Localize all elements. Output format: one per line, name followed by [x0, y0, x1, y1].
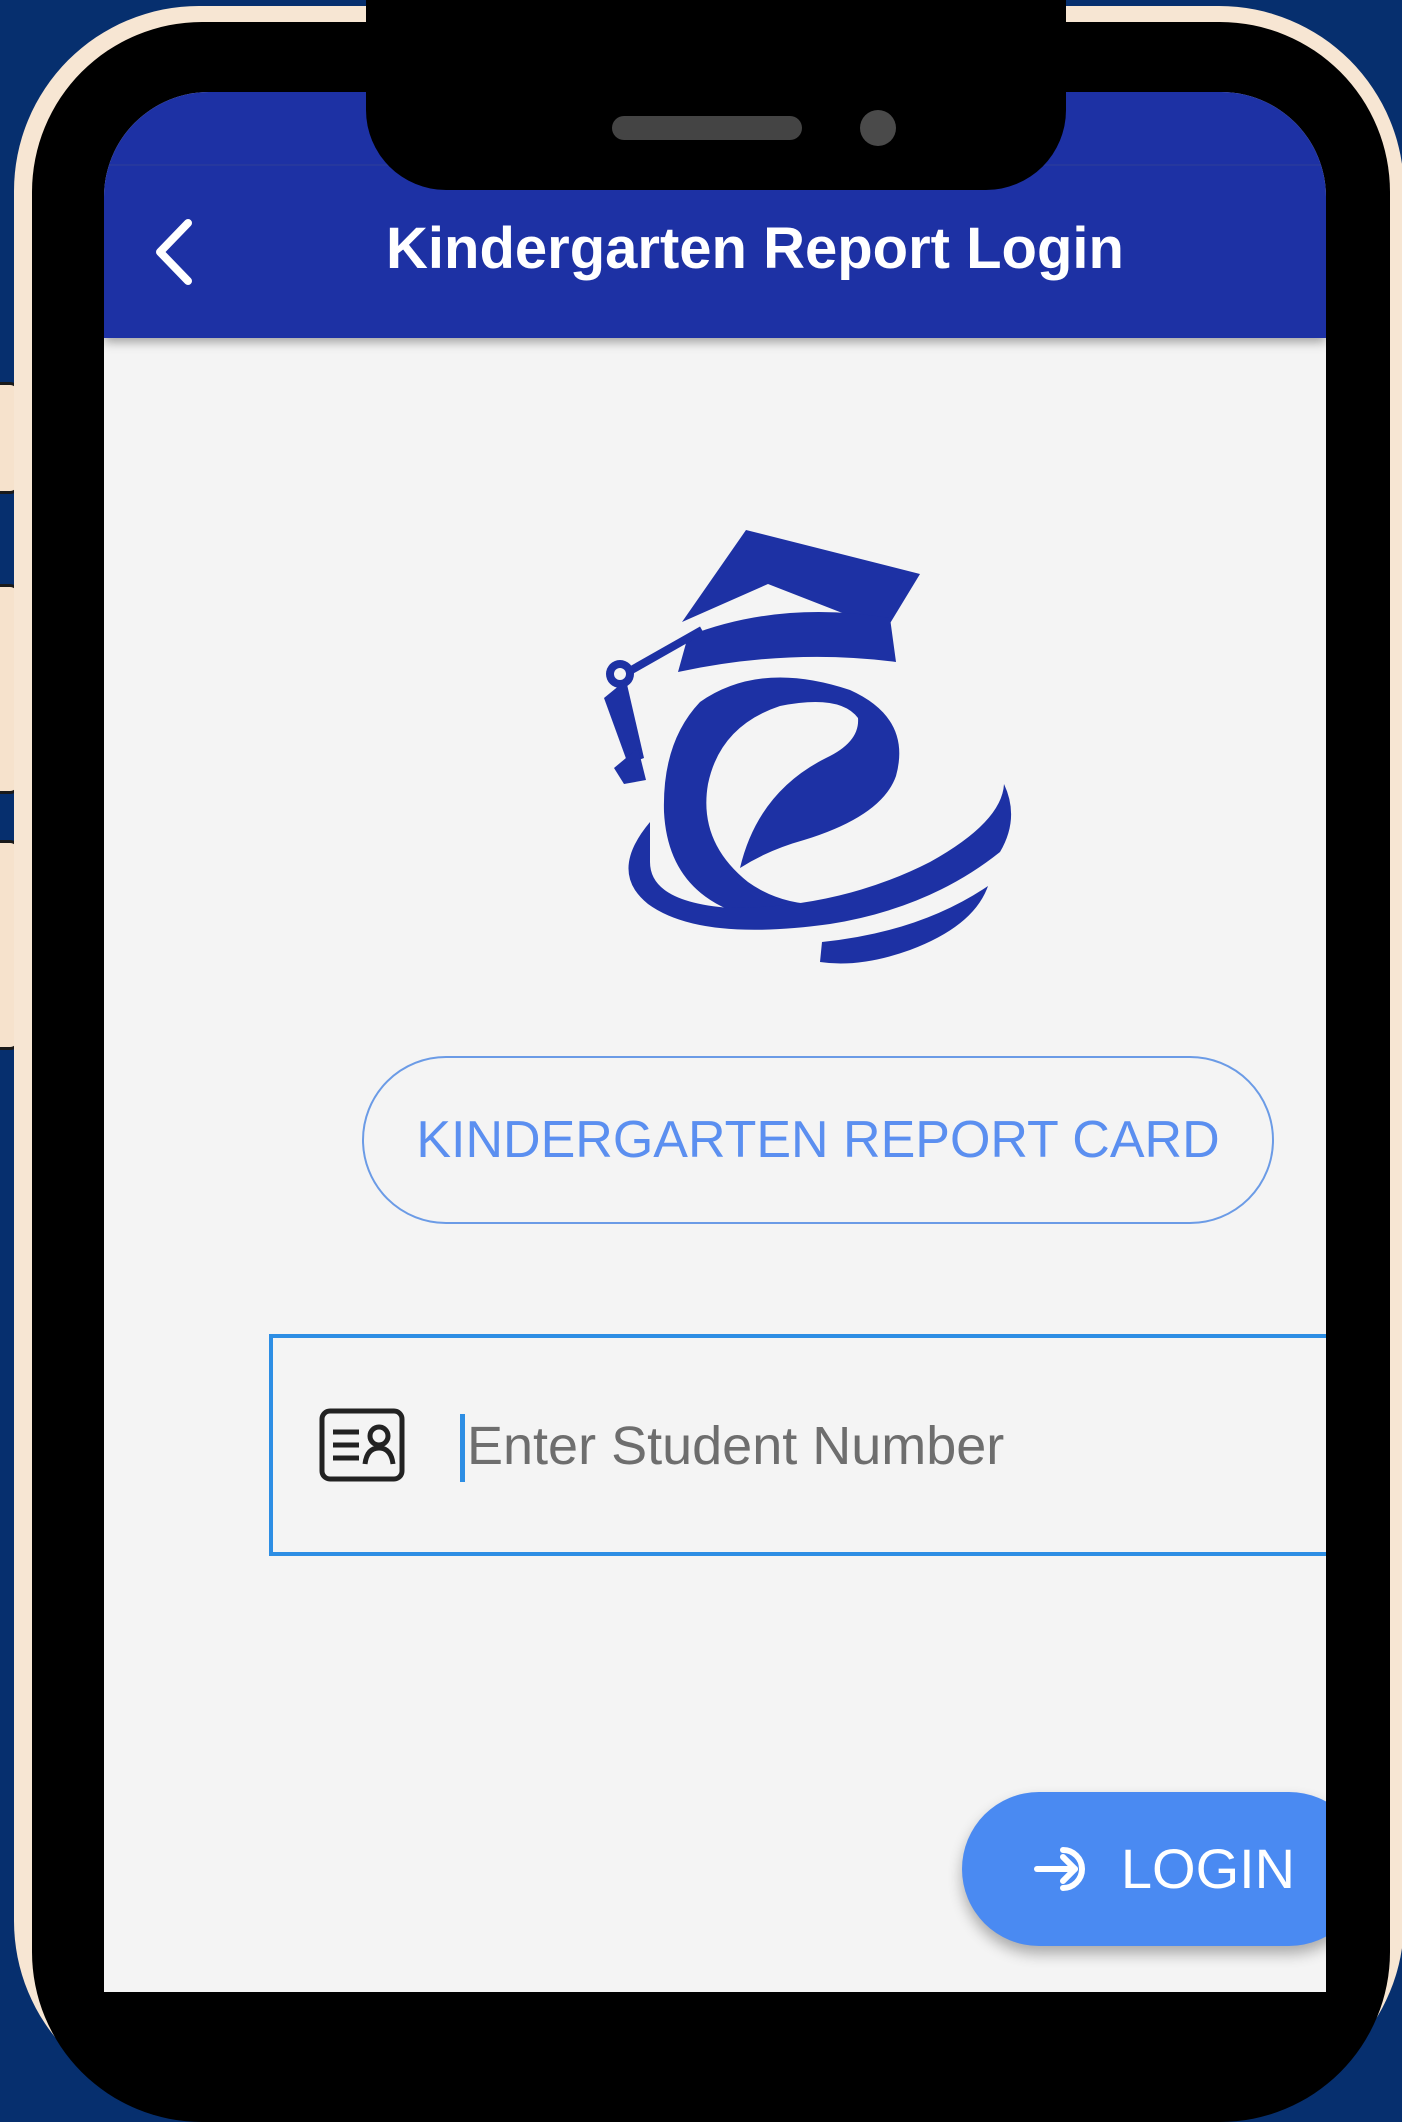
page-title: Kindergarten Report Login: [386, 216, 1124, 281]
app-name-badge: KINDERGARTEN REPORT CARD: [362, 1056, 1274, 1224]
login-arrow-icon: [1033, 1847, 1085, 1891]
login-button[interactable]: LOGIN: [962, 1792, 1326, 1946]
student-number-field[interactable]: [269, 1334, 1326, 1556]
graduation-cap-e-logo: [604, 530, 1012, 964]
id-card-icon: [319, 1408, 405, 1482]
speaker-grille: [612, 116, 802, 140]
app-screen: Kindergarten Report Login KINDERGARTEN R…: [104, 92, 1326, 1992]
front-camera: [860, 110, 896, 146]
login-button-label: LOGIN: [1120, 1837, 1296, 1900]
phone-notch: [366, 0, 1066, 190]
chevron-left-icon: [156, 219, 192, 285]
back-button[interactable]: [144, 212, 204, 292]
student-number-input[interactable]: [457, 1396, 1326, 1496]
app-name-label: KINDERGARTEN REPORT CARD: [416, 1111, 1220, 1169]
